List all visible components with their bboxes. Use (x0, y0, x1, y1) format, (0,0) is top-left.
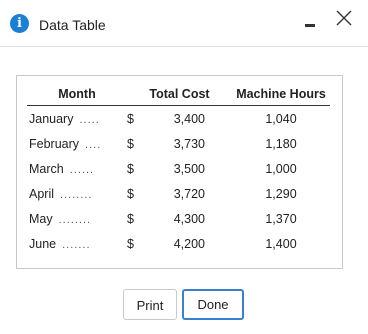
month-cell: May........ (27, 206, 127, 231)
currency-symbol: $ (127, 161, 134, 176)
hours-cell: 1,400 (265, 236, 297, 251)
header-total-cost: Total Cost (127, 83, 232, 106)
done-button[interactable]: Done (182, 289, 244, 320)
month-label: May (29, 211, 53, 226)
cost-cell: $4,200 (127, 231, 232, 256)
table-row: January..... $3,400 1,040 (27, 106, 330, 132)
dialog-title: Data Table (39, 17, 106, 33)
month-cell: February.... (27, 131, 127, 156)
dot-leader: ..... (79, 113, 100, 126)
month-cell: April........ (27, 181, 127, 206)
minimize-button[interactable] (305, 20, 315, 32)
dot-leader: ........ (60, 188, 93, 201)
month-label: June (29, 236, 57, 251)
cost-value: 3,500 (173, 161, 205, 176)
month-cell: June....... (27, 231, 127, 256)
hours-cell: 1,180 (265, 136, 297, 151)
table-header-row: Month Total Cost Machine Hours (27, 83, 330, 106)
cost-cell: $3,400 (127, 106, 232, 132)
info-icon: i (10, 14, 29, 33)
month-label: February (29, 136, 80, 151)
hours-cell: 1,040 (265, 111, 297, 126)
print-button[interactable]: Print (123, 289, 177, 320)
cost-value: 3,720 (173, 186, 205, 201)
currency-symbol: $ (127, 236, 134, 251)
hours-cell: 1,000 (265, 161, 297, 176)
cost-cell: $3,720 (127, 181, 232, 206)
hours-cell: 1,370 (265, 211, 297, 226)
month-cell: March...... (27, 156, 127, 181)
cost-value: 3,400 (173, 111, 205, 126)
data-table-panel: Month Total Cost Machine Hours January..… (16, 75, 343, 269)
close-button[interactable] (336, 10, 352, 26)
month-label: March (29, 161, 64, 176)
close-icon (336, 10, 352, 26)
month-cell: January..... (27, 106, 127, 132)
cost-value: 4,200 (173, 236, 205, 251)
header-machine-hours: Machine Hours (232, 83, 330, 106)
table-row: March...... $3,500 1,000 (27, 156, 330, 181)
cost-cell: $3,730 (127, 131, 232, 156)
cost-value: 4,300 (173, 211, 205, 226)
dialog-header: i Data Table (0, 0, 368, 47)
dot-leader: .... (85, 138, 102, 151)
table-row: June....... $4,200 1,400 (27, 231, 330, 256)
header-month: Month (27, 83, 127, 106)
hours-cell: 1,290 (265, 186, 297, 201)
currency-symbol: $ (127, 211, 134, 226)
cost-value: 3,730 (173, 136, 205, 151)
currency-symbol: $ (127, 111, 134, 126)
cost-cell: $3,500 (127, 156, 232, 181)
data-table: Month Total Cost Machine Hours January..… (27, 83, 330, 256)
minimize-icon (305, 24, 315, 27)
table-row: May........ $4,300 1,370 (27, 206, 330, 231)
table-row: April........ $3,720 1,290 (27, 181, 330, 206)
dot-leader: ...... (69, 163, 95, 176)
currency-symbol: $ (127, 136, 134, 151)
currency-symbol: $ (127, 186, 134, 201)
dot-leader: ....... (62, 238, 91, 251)
month-label: January (29, 111, 74, 126)
month-label: April (29, 186, 55, 201)
table-row: February.... $3,730 1,180 (27, 131, 330, 156)
table-body: January..... $3,400 1,040 February.... $3,73… (27, 106, 330, 257)
dot-leader: ........ (58, 213, 92, 226)
cost-cell: $4,300 (127, 206, 232, 231)
